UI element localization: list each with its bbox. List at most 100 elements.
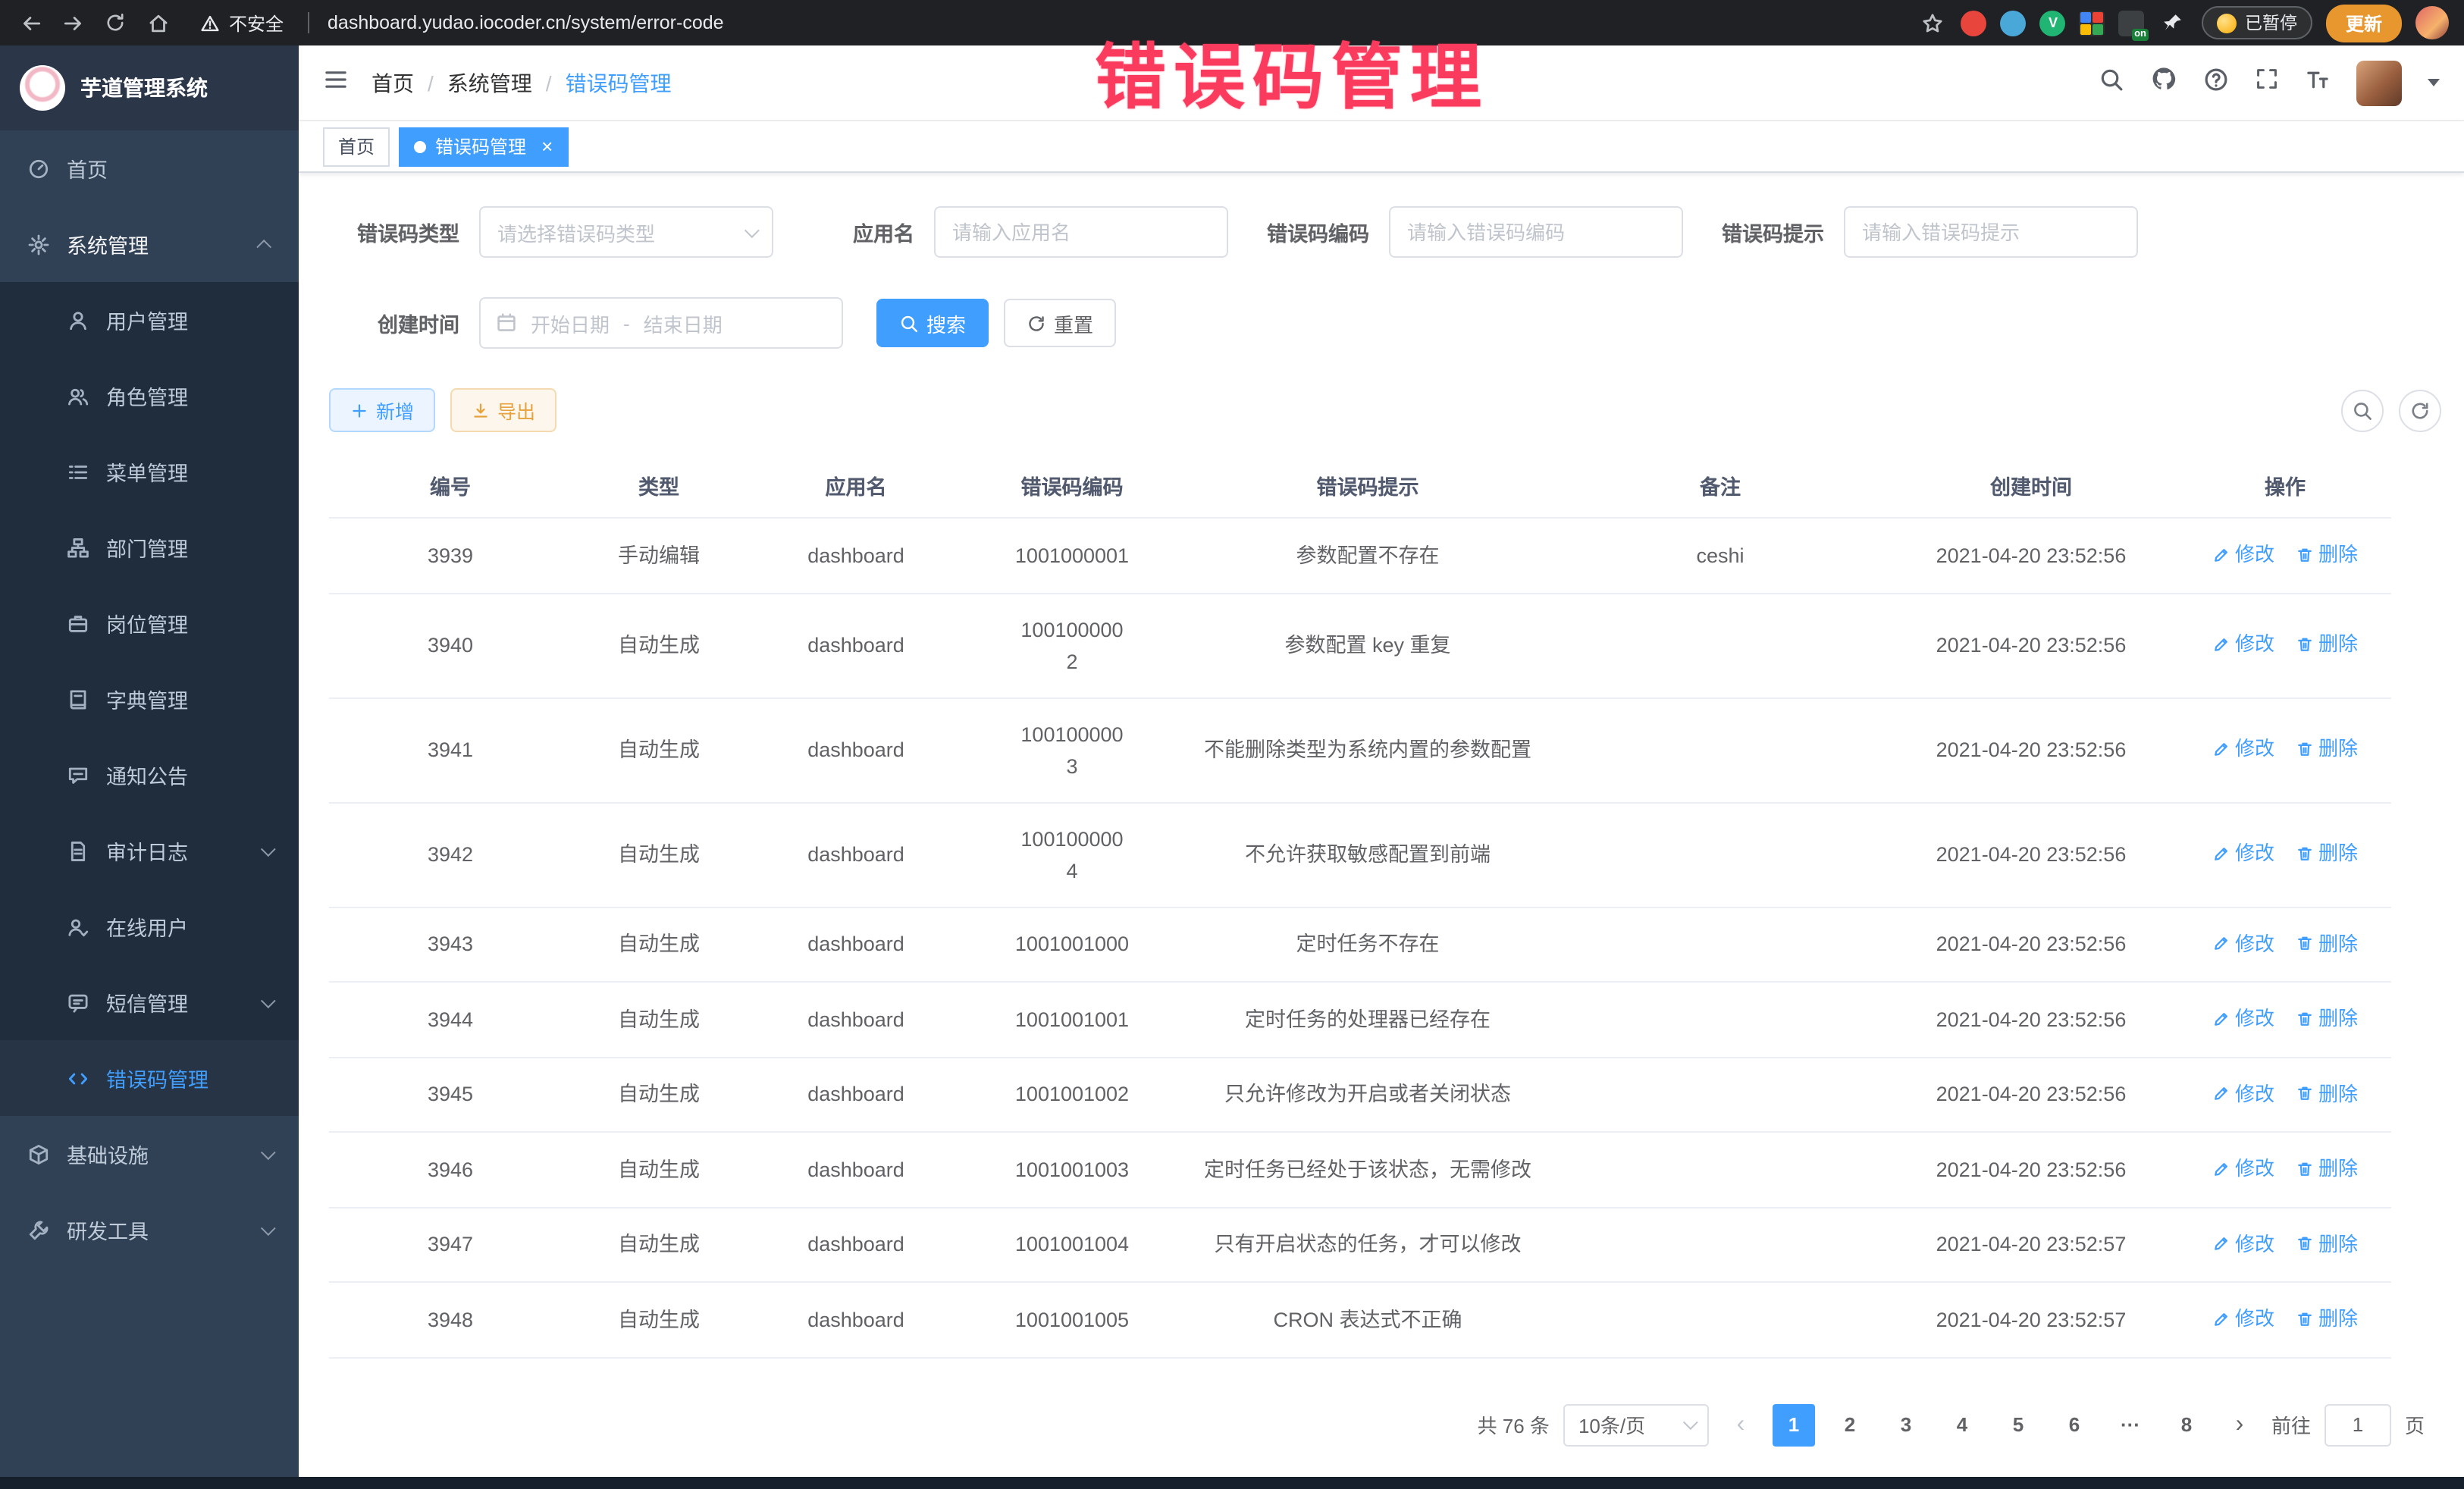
fullscreen-icon[interactable] — [2255, 67, 2279, 99]
extension-icon[interactable] — [2001, 10, 2027, 36]
edit-button[interactable]: 修改 — [2212, 1302, 2274, 1334]
error-type-select[interactable]: 请选择错误码类型 — [479, 206, 773, 258]
page-button-2[interactable]: 2 — [1829, 1403, 1871, 1446]
main-content: 首页 / 系统管理 / 错误码管理 首页 错误码管理 — [299, 45, 2464, 1489]
browser-reload-icon[interactable] — [100, 8, 130, 38]
search-icon — [2352, 400, 2373, 421]
sidebar-item-system[interactable]: 系统管理 — [0, 206, 299, 282]
page-button-4[interactable]: 4 — [1941, 1403, 1983, 1446]
sidebar-item-post-mgmt[interactable]: 岗位管理 — [0, 585, 299, 661]
extension-on-badge: on — [2131, 28, 2149, 40]
browser-update-button[interactable]: 更新 — [2326, 4, 2402, 42]
error-code-input[interactable] — [1389, 206, 1683, 258]
extension-icon[interactable] — [2080, 10, 2105, 36]
sidebar-item-notice[interactable]: 通知公告 — [0, 737, 299, 813]
pushpin-icon[interactable] — [2158, 8, 2189, 38]
address-bar[interactable]: dashboard.yudao.iocoder.cn/system/error-… — [308, 12, 724, 33]
export-button-label: 导出 — [497, 396, 535, 425]
page-size-select[interactable]: 10条/页 — [1563, 1403, 1709, 1446]
page-button-1[interactable]: 1 — [1773, 1403, 1815, 1446]
system-submenu: 用户管理 角色管理 菜单管理 部门管理 岗位管理 字典管理 — [0, 282, 299, 1116]
help-icon[interactable] — [2203, 66, 2229, 99]
tag-home[interactable]: 首页 — [323, 127, 390, 166]
sidebar-item-audit-log[interactable]: 审计日志 — [0, 813, 299, 889]
sidebar-item-home[interactable]: 首页 — [0, 130, 299, 206]
menu-fold-icon[interactable] — [323, 66, 349, 99]
breadcrumb-system[interactable]: 系统管理 — [447, 67, 532, 98]
next-page-button[interactable]: › — [2221, 1411, 2258, 1438]
header-search-icon[interactable] — [2099, 66, 2124, 99]
prev-page-button[interactable]: ‹ — [1723, 1411, 1759, 1438]
sidebar-item-user-mgmt[interactable]: 用户管理 — [0, 282, 299, 358]
date-range-picker[interactable]: 开始日期 - 结束日期 — [479, 297, 843, 349]
header-actions — [2099, 60, 2440, 105]
edit-button[interactable]: 修改 — [2212, 1077, 2274, 1109]
refresh-table-button[interactable] — [2399, 389, 2441, 431]
delete-button[interactable]: 删除 — [2296, 1002, 2358, 1034]
delete-button[interactable]: 删除 — [2296, 1077, 2358, 1109]
browser-home-icon[interactable] — [143, 8, 173, 38]
breadcrumb-home[interactable]: 首页 — [371, 67, 414, 98]
bookmark-star-icon[interactable] — [1917, 8, 1948, 38]
error-msg-input[interactable] — [1844, 206, 2138, 258]
delete-button[interactable]: 删除 — [2296, 1227, 2358, 1259]
tag-error-code-active[interactable]: 错误码管理 × — [399, 127, 568, 166]
user-avatar[interactable] — [2356, 60, 2402, 105]
warning-icon — [200, 13, 220, 33]
sidebar-item-sms-mgmt[interactable]: 短信管理 — [0, 964, 299, 1040]
edit-button[interactable]: 修改 — [2212, 1227, 2274, 1259]
delete-button[interactable]: 删除 — [2296, 1302, 2358, 1334]
sidebar-item-devtools[interactable]: 研发工具 — [0, 1192, 299, 1268]
browser-back-icon[interactable] — [15, 8, 45, 38]
page-button-6[interactable]: 6 — [2053, 1403, 2096, 1446]
delete-button[interactable]: 删除 — [2296, 629, 2358, 660]
sidebar-item-dict-mgmt[interactable]: 字典管理 — [0, 661, 299, 737]
toggle-search-button[interactable] — [2341, 389, 2384, 431]
paused-badge[interactable]: 已暂停 — [2202, 6, 2312, 39]
browser-forward-icon[interactable] — [58, 8, 88, 38]
extension-icon[interactable]: on — [2119, 10, 2145, 36]
edit-button[interactable]: 修改 — [2212, 538, 2274, 570]
sidebar-item-error-code-mgmt[interactable]: 错误码管理 — [0, 1040, 299, 1116]
app-logo-row[interactable]: 芋道管理系统 — [0, 45, 299, 130]
reset-button[interactable]: 重置 — [1004, 299, 1116, 347]
tag-close-icon[interactable]: × — [541, 136, 553, 156]
github-icon[interactable] — [2150, 65, 2177, 100]
paused-label: 已暂停 — [2245, 11, 2297, 35]
page-button-5[interactable]: 5 — [1997, 1403, 2039, 1446]
export-button[interactable]: 导出 — [450, 388, 556, 432]
extension-icon[interactable]: V — [2040, 10, 2066, 36]
page-ellipsis[interactable]: ··· — [2109, 1403, 2152, 1446]
add-button[interactable]: 新增 — [329, 388, 435, 432]
extension-icon[interactable] — [1961, 10, 1987, 36]
gear-icon — [27, 233, 50, 255]
edit-button[interactable]: 修改 — [2212, 629, 2274, 660]
edit-button[interactable]: 修改 — [2212, 927, 2274, 959]
font-size-icon[interactable] — [2305, 66, 2331, 99]
app-name-input[interactable] — [934, 206, 1228, 258]
app-title: 芋道管理系统 — [80, 73, 208, 103]
sidebar-item-online-users[interactable]: 在线用户 — [0, 889, 299, 964]
goto-page-input[interactable] — [2324, 1403, 2391, 1446]
sidebar-item-infrastructure[interactable]: 基础设施 — [0, 1116, 299, 1192]
edit-button[interactable]: 修改 — [2212, 838, 2274, 870]
page-button-8[interactable]: 8 — [2165, 1403, 2208, 1446]
delete-button[interactable]: 删除 — [2296, 733, 2358, 765]
sidebar-item-menu-mgmt[interactable]: 菜单管理 — [0, 434, 299, 509]
security-indicator[interactable]: 不安全 — [200, 10, 284, 36]
page-button-3[interactable]: 3 — [1885, 1403, 1927, 1446]
table-row: 3939手动编辑 dashboard1001000001 参数配置不存在cesh… — [329, 518, 2391, 593]
edit-button[interactable]: 修改 — [2212, 733, 2274, 765]
caret-down-icon[interactable] — [2428, 79, 2440, 86]
delete-button[interactable]: 删除 — [2296, 1152, 2358, 1184]
delete-button[interactable]: 删除 — [2296, 538, 2358, 570]
col-actions: 操作 — [2179, 453, 2391, 518]
edit-button[interactable]: 修改 — [2212, 1152, 2274, 1184]
delete-button[interactable]: 删除 — [2296, 838, 2358, 870]
delete-button[interactable]: 删除 — [2296, 927, 2358, 959]
edit-button[interactable]: 修改 — [2212, 1002, 2274, 1034]
browser-profile-avatar[interactable] — [2415, 6, 2449, 39]
sidebar-item-role-mgmt[interactable]: 角色管理 — [0, 358, 299, 434]
search-button[interactable]: 搜索 — [876, 299, 989, 347]
sidebar-item-dept-mgmt[interactable]: 部门管理 — [0, 509, 299, 585]
